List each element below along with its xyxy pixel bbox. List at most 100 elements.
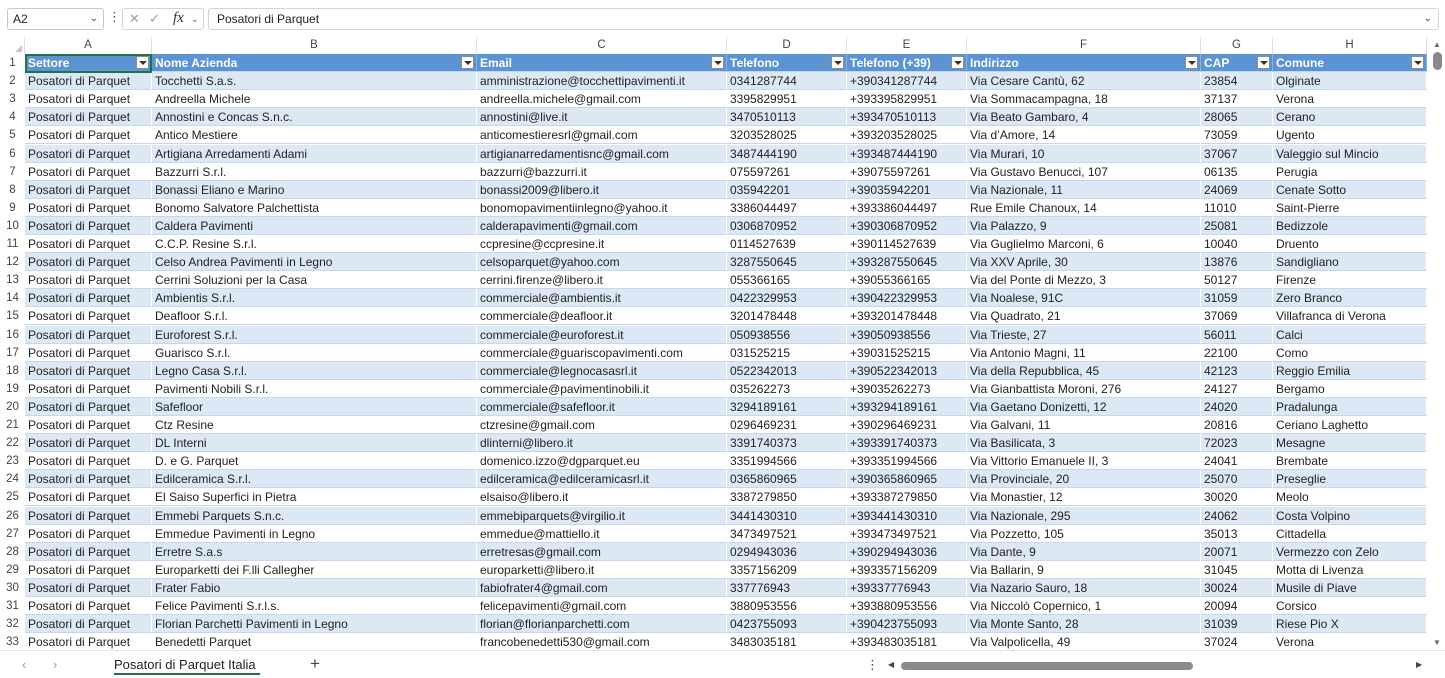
table-cell[interactable]: +39035942201: [847, 180, 967, 199]
table-cell[interactable]: 3470510113: [727, 108, 847, 127]
row-number[interactable]: 29: [0, 560, 25, 579]
row-number[interactable]: 21: [0, 416, 25, 435]
table-cell[interactable]: +39050938556: [847, 325, 967, 344]
table-cell[interactable]: 30020: [1201, 488, 1273, 507]
table-cell[interactable]: 20094: [1201, 597, 1273, 616]
table-cell[interactable]: +393470510113: [847, 108, 967, 127]
table-cell[interactable]: Bazzurri S.r.l.: [152, 162, 477, 181]
column-header-h[interactable]: H: [1273, 37, 1427, 54]
table-cell[interactable]: Pradalunga: [1273, 397, 1427, 416]
table-cell[interactable]: Posatori di Parquet: [25, 180, 152, 199]
table-cell[interactable]: 035942201: [727, 180, 847, 199]
table-cell[interactable]: bonomopavimentiinlegno@yahoo.it: [477, 198, 727, 217]
filter-dropdown-icon[interactable]: [711, 56, 724, 69]
table-cell[interactable]: Posatori di Parquet: [25, 343, 152, 362]
table-cell[interactable]: 37137: [1201, 90, 1273, 109]
table-cell[interactable]: Via XXV Aprile, 30: [967, 253, 1201, 272]
row-number[interactable]: 1: [0, 54, 25, 73]
table-cell[interactable]: 055366165: [727, 271, 847, 290]
table-cell[interactable]: francobenedetti530@gmail.com: [477, 633, 727, 650]
table-cell[interactable]: +393287550645: [847, 253, 967, 272]
table-cell[interactable]: +393201478448: [847, 307, 967, 326]
table-cell[interactable]: +393880953556: [847, 597, 967, 616]
table-cell[interactable]: Posatori di Parquet: [25, 633, 152, 650]
table-cell[interactable]: Via Nazionale, 295: [967, 506, 1201, 525]
table-cell[interactable]: 20071: [1201, 542, 1273, 561]
table-cell[interactable]: +390522342013: [847, 361, 967, 380]
sheet-tab-active[interactable]: Posatori di Parquet Italia: [106, 651, 269, 678]
vertical-scrollbar[interactable]: ▲ ▼: [1430, 37, 1445, 650]
table-cell[interactable]: Posatori di Parquet: [25, 361, 152, 380]
table-cell[interactable]: Bonassi Eliano e Marino: [152, 180, 477, 199]
row-number[interactable]: 32: [0, 615, 25, 634]
table-cell[interactable]: Via Beato Gambaro, 4: [967, 108, 1201, 127]
worksheet-grid[interactable]: ABCDEFGH 1 Settore Nome Azienda Email Telefo…: [0, 37, 1430, 650]
filter-dropdown-icon[interactable]: [461, 56, 474, 69]
table-cell[interactable]: Ctz Resine: [152, 416, 477, 435]
table-cell[interactable]: bonassi2009@libero.it: [477, 180, 727, 199]
table-cell[interactable]: florian@florianparchetti.com: [477, 615, 727, 634]
table-cell[interactable]: El Saiso Superfici in Pietra: [152, 488, 477, 507]
table-cell[interactable]: 35013: [1201, 524, 1273, 543]
row-number[interactable]: 7: [0, 162, 25, 181]
table-cell[interactable]: Posatori di Parquet: [25, 506, 152, 525]
table-cell[interactable]: Riese Pio X: [1273, 615, 1427, 634]
table-cell[interactable]: +390422329953: [847, 289, 967, 308]
chevron-down-icon[interactable]: ⌄: [191, 14, 199, 25]
table-cell[interactable]: 075597261: [727, 162, 847, 181]
table-cell[interactable]: 24062: [1201, 506, 1273, 525]
table-cell[interactable]: Posatori di Parquet: [25, 434, 152, 453]
table-cell[interactable]: Motta di Livenza: [1273, 560, 1427, 579]
table-cell[interactable]: fabiofrater4@gmail.com: [477, 578, 727, 597]
table-cell[interactable]: +393387279850: [847, 488, 967, 507]
table-cell[interactable]: annostini@live.it: [477, 108, 727, 127]
table-cell[interactable]: Florian Parchetti Pavimenti in Legno: [152, 615, 477, 634]
table-cell[interactable]: Zero Branco: [1273, 289, 1427, 308]
table-cell[interactable]: 10040: [1201, 235, 1273, 254]
table-cell[interactable]: Antico Mestiere: [152, 126, 477, 145]
table-cell[interactable]: dlinterni@libero.it: [477, 434, 727, 453]
table-cell[interactable]: felicepavimenti@gmail.com: [477, 597, 727, 616]
table-cell[interactable]: Posatori di Parquet: [25, 144, 152, 163]
table-cell[interactable]: +390294943036: [847, 542, 967, 561]
table-cell[interactable]: Bergamo: [1273, 379, 1427, 398]
table-cell[interactable]: Cittadella: [1273, 524, 1427, 543]
table-cell[interactable]: Posatori di Parquet: [25, 560, 152, 579]
table-cell[interactable]: 3203528025: [727, 126, 847, 145]
table-cell[interactable]: Cenate Sotto: [1273, 180, 1427, 199]
table-cell[interactable]: 3483035181: [727, 633, 847, 650]
table-cell[interactable]: 24069: [1201, 180, 1273, 199]
table-cell[interactable]: emmebiparquets@virgilio.it: [477, 506, 727, 525]
table-cell[interactable]: elsaiso@libero.it: [477, 488, 727, 507]
table-cell[interactable]: 031525215: [727, 343, 847, 362]
table-cell[interactable]: Posatori di Parquet: [25, 379, 152, 398]
table-cell[interactable]: Via Palazzo, 9: [967, 216, 1201, 235]
table-cell[interactable]: Posatori di Parquet: [25, 416, 152, 435]
row-number[interactable]: 23: [0, 452, 25, 471]
table-cell[interactable]: Annostini e Concas S.n.c.: [152, 108, 477, 127]
table-cell[interactable]: Posatori di Parquet: [25, 307, 152, 326]
row-number[interactable]: 30: [0, 578, 25, 597]
table-cell[interactable]: 0341287744: [727, 72, 847, 91]
table-cell[interactable]: Posatori di Parquet: [25, 470, 152, 489]
table-cell[interactable]: Cerrini Soluzioni per la Casa: [152, 271, 477, 290]
table-cell[interactable]: Posatori di Parquet: [25, 325, 152, 344]
table-cell[interactable]: Mesagne: [1273, 434, 1427, 453]
table-cell[interactable]: Via Gaetano Donizetti, 12: [967, 397, 1201, 416]
table-cell[interactable]: emmedue@mattiello.it: [477, 524, 727, 543]
table-cell[interactable]: commerciale@ambientis.it: [477, 289, 727, 308]
table-cell[interactable]: Via della Repubblica, 45: [967, 361, 1201, 380]
table-cell[interactable]: Ceriano Laghetto: [1273, 416, 1427, 435]
table-cell[interactable]: 0294943036: [727, 542, 847, 561]
table-cell[interactable]: +393483035181: [847, 633, 967, 650]
scroll-down-icon[interactable]: ▼: [1433, 638, 1441, 647]
table-cell[interactable]: Rue Emile Chanoux, 14: [967, 198, 1201, 217]
row-number[interactable]: 25: [0, 488, 25, 507]
table-cell[interactable]: Via Nazionale, 11: [967, 180, 1201, 199]
table-cell[interactable]: Celso Andrea Pavimenti in Legno: [152, 253, 477, 272]
row-number[interactable]: 14: [0, 289, 25, 308]
table-cell[interactable]: Saint-Pierre: [1273, 198, 1427, 217]
table-cell[interactable]: Deafloor S.r.l.: [152, 307, 477, 326]
table-cell[interactable]: 3395829951: [727, 90, 847, 109]
table-cell[interactable]: Via Quadrato, 21: [967, 307, 1201, 326]
